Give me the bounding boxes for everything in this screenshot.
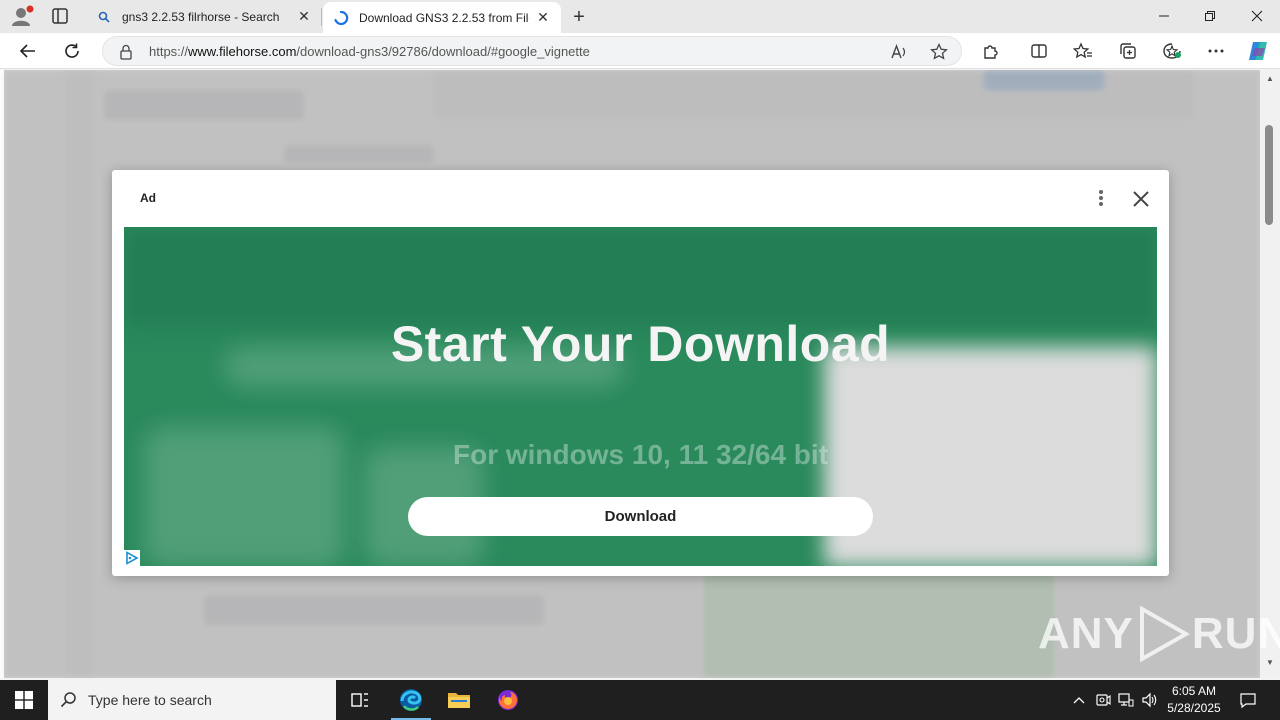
vignette-ad-dialog: Ad Start Your Download For windows 10, 1…	[112, 170, 1169, 576]
extensions-icon[interactable]	[977, 39, 1005, 63]
scroll-up-icon[interactable]: ▲	[1266, 74, 1274, 83]
new-tab-button[interactable]: +	[568, 6, 590, 28]
search-icon	[96, 9, 112, 25]
back-arrow-icon[interactable]	[14, 39, 42, 63]
meet-now-icon[interactable]	[1094, 680, 1112, 720]
close-window-icon[interactable]	[1234, 0, 1280, 32]
taskbar-search-box[interactable]: Type here to search	[48, 680, 336, 720]
close-tab-icon[interactable]: ✕	[535, 9, 551, 26]
url-text: https://www.filehorse.com/download-gns3/…	[149, 44, 590, 59]
tab-search[interactable]: gns3 2.2.53 filrhorse - Search ✕	[86, 0, 322, 33]
browser-essentials-icon[interactable]	[1158, 39, 1186, 63]
ad-label: Ad	[140, 191, 156, 205]
edge-browser-icon[interactable]	[387, 680, 435, 720]
copilot-icon[interactable]	[1244, 39, 1272, 63]
close-ad-icon[interactable]	[1130, 188, 1152, 210]
search-icon	[60, 692, 76, 708]
profile-avatar-icon[interactable]	[10, 5, 34, 27]
windows-start-icon[interactable]	[0, 680, 48, 720]
tab-strip: gns3 2.2.53 filrhorse - Search ✕ Downloa…	[0, 0, 1280, 33]
address-bar[interactable]: https://www.filehorse.com/download-gns3/…	[102, 36, 962, 66]
tab-title: gns3 2.2.53 filrhorse - Search	[122, 9, 280, 24]
ad-subline: For windows 10, 11 32/64 bit	[452, 439, 829, 470]
split-screen-icon[interactable]	[1025, 39, 1053, 63]
ad-options-icon[interactable]	[1094, 188, 1108, 208]
close-tab-icon[interactable]: ✕	[296, 8, 312, 25]
ad-headline: Start Your Download	[390, 316, 891, 372]
restore-icon[interactable]	[1187, 0, 1233, 32]
favorites-icon[interactable]	[1069, 39, 1097, 63]
windows-taskbar: Type here to search 6:05 AM 5/28/2025	[0, 680, 1280, 720]
firefox-icon[interactable]	[484, 680, 532, 720]
tab-download[interactable]: Download GNS3 2.2.53 from FileH ✕	[323, 2, 561, 33]
anyrun-watermark: ANY RUN	[1038, 605, 1280, 663]
play-triangle-icon	[1139, 605, 1190, 663]
clock-time: 6:05 AM	[1171, 684, 1217, 698]
collections-icon[interactable]	[1114, 39, 1142, 63]
adchoices-icon[interactable]	[124, 550, 140, 566]
scrollbar-thumb[interactable]	[1265, 125, 1273, 225]
network-icon[interactable]	[1117, 680, 1135, 720]
page-scrollbar[interactable]: ▲ ▼	[1260, 70, 1280, 678]
file-explorer-icon[interactable]	[435, 680, 483, 720]
show-hidden-icons-chevron-icon[interactable]	[1070, 680, 1088, 720]
more-options-icon[interactable]	[1202, 39, 1230, 63]
read-aloud-icon[interactable]	[889, 42, 909, 62]
tab-actions-icon[interactable]	[48, 6, 72, 26]
ad-download-button[interactable]: Download	[408, 497, 873, 536]
volume-icon[interactable]	[1140, 680, 1160, 720]
taskbar-clock[interactable]: 6:05 AM 5/28/2025	[1164, 683, 1224, 717]
taskbar-search-placeholder: Type here to search	[88, 692, 212, 708]
loading-icon	[333, 10, 349, 26]
page-viewport: ▲ ▼ Ad Start Your Download For windows 1…	[0, 70, 1280, 678]
task-view-icon[interactable]	[336, 680, 384, 720]
minimize-icon[interactable]	[1141, 0, 1187, 32]
browser-toolbar: https://www.filehorse.com/download-gns3/…	[0, 33, 1280, 69]
lock-icon[interactable]	[119, 44, 133, 60]
notifications-icon[interactable]	[1236, 680, 1260, 720]
clock-date: 5/28/2025	[1167, 701, 1221, 715]
favorite-star-icon[interactable]	[929, 42, 949, 62]
ad-banner[interactable]: Start Your Download For windows 10, 11 3…	[124, 227, 1157, 566]
refresh-icon[interactable]	[58, 39, 86, 63]
tab-title: Download GNS3 2.2.53 from FileH	[359, 10, 529, 25]
